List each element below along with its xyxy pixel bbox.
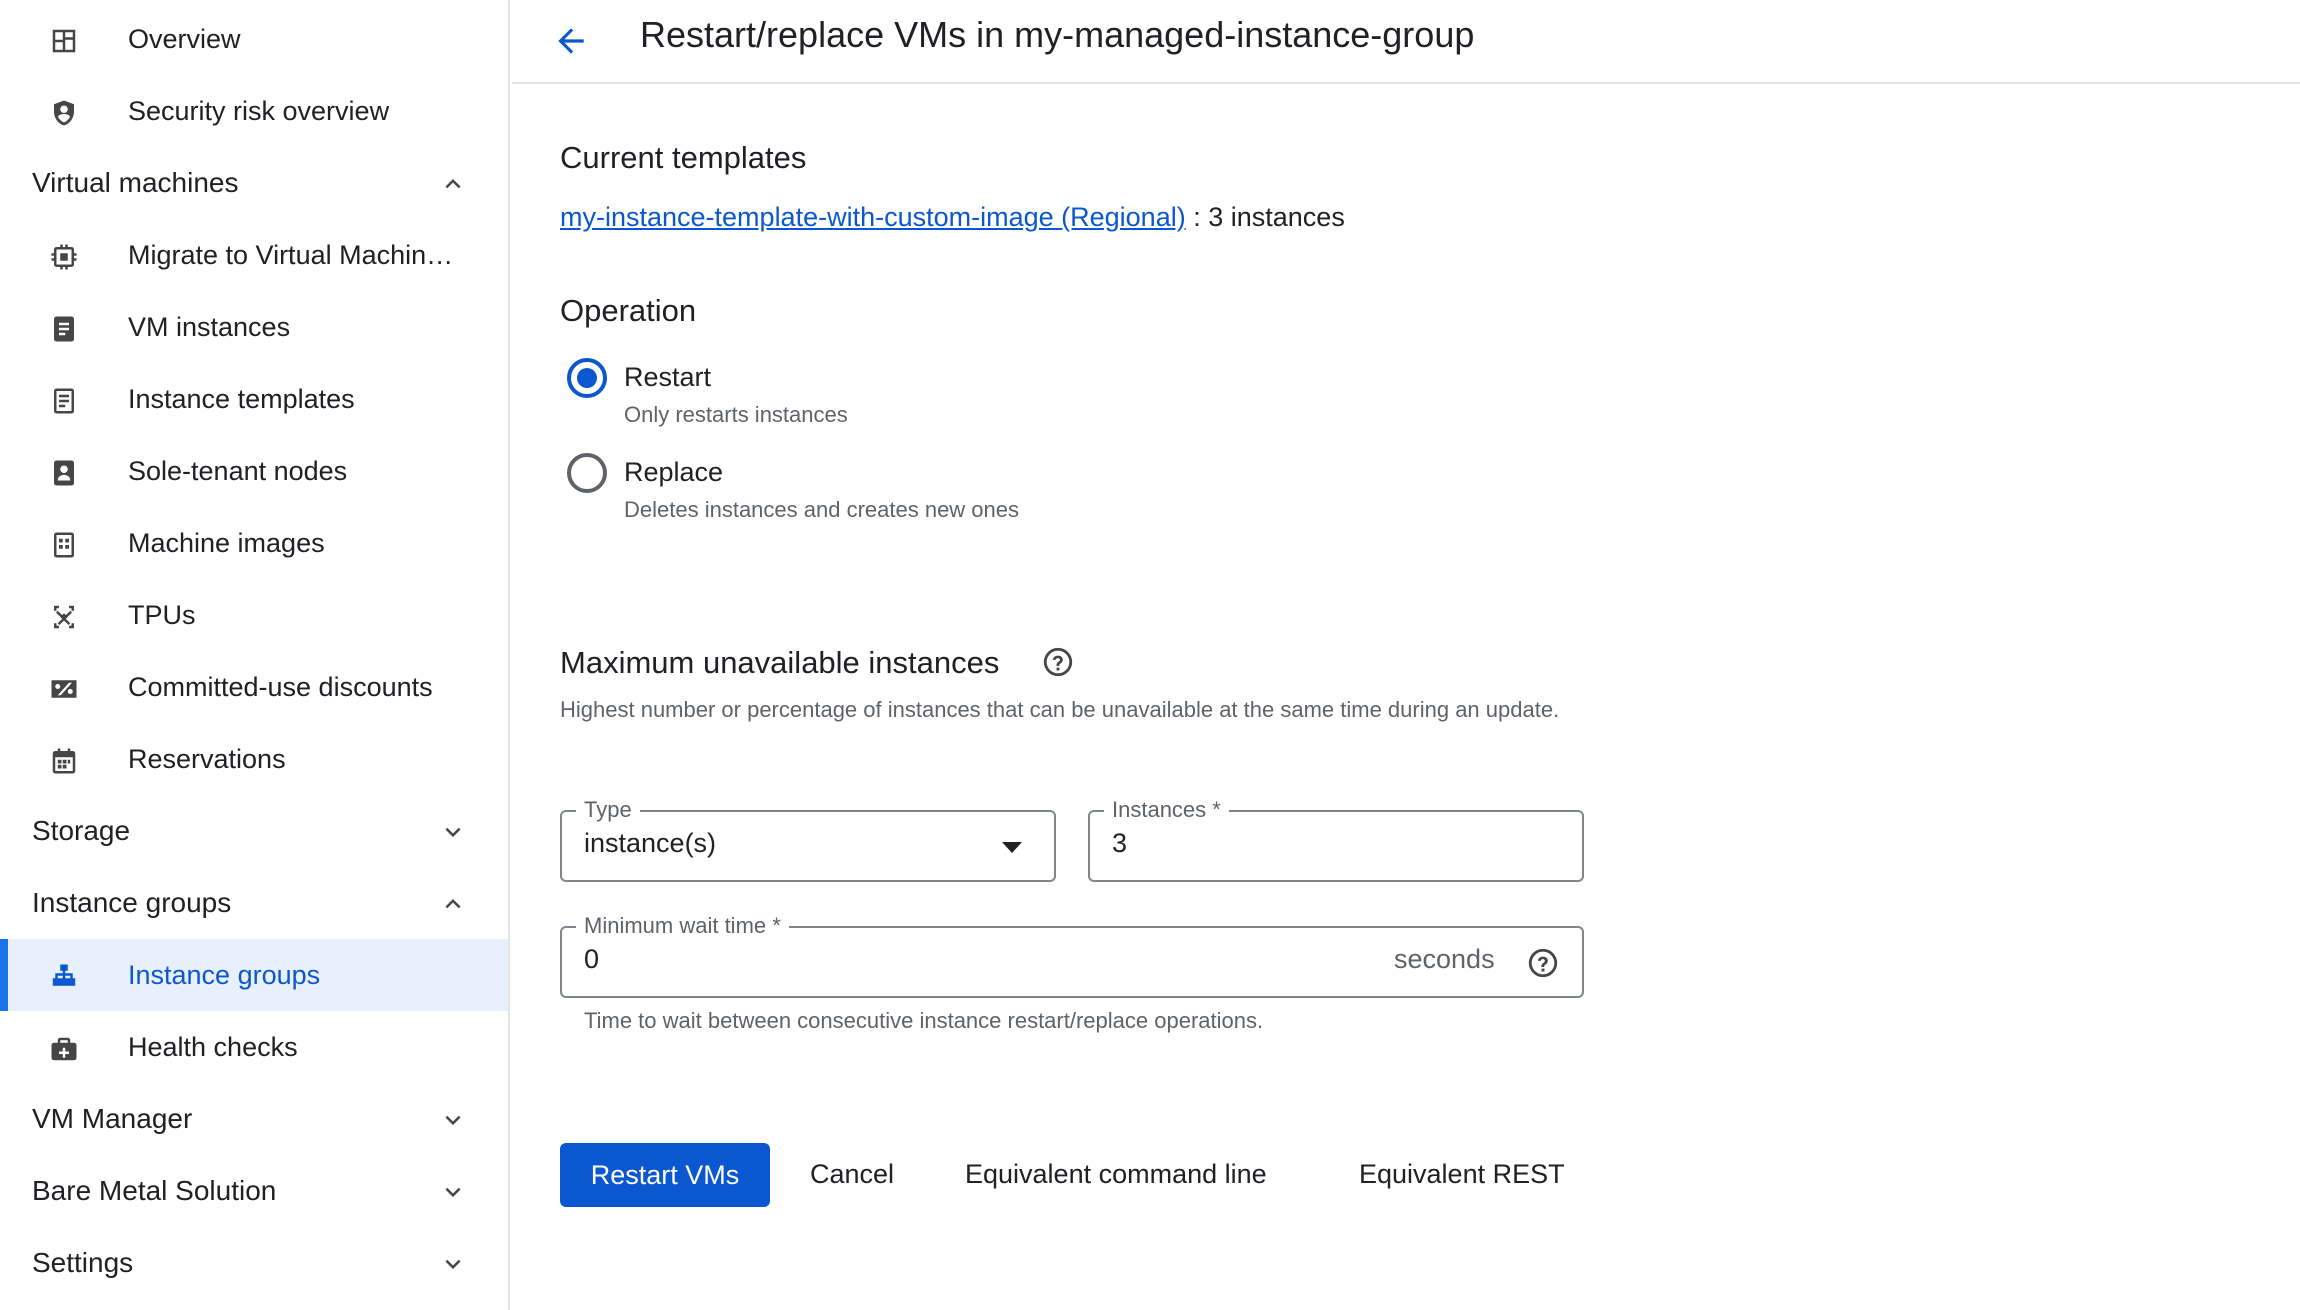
dropdown-arrow-icon xyxy=(1002,842,1022,853)
sidebar-item-label: Overview xyxy=(128,23,241,54)
chevron-down-icon xyxy=(438,1177,468,1207)
minimum-wait-time-value[interactable]: 0 xyxy=(584,944,1084,975)
restart-radio[interactable] xyxy=(567,358,607,398)
back-button[interactable] xyxy=(546,16,596,66)
replace-radio-label[interactable]: Replace xyxy=(624,457,723,488)
page-title: Restart/replace VMs in my-managed-instan… xyxy=(640,14,1475,55)
page-header: Restart/replace VMs in my-managed-instan… xyxy=(512,0,2300,84)
template-instance-count: : 3 instances xyxy=(1193,202,1345,232)
percent-icon xyxy=(48,673,80,705)
minimum-wait-time-label: Minimum wait time * xyxy=(576,913,789,939)
sidebar-item-label: Health checks xyxy=(128,1031,298,1062)
sidebar-item-label: TPUs xyxy=(128,599,196,630)
chevron-down-icon xyxy=(438,817,468,847)
sidebar-section-label: Virtual machines xyxy=(32,167,239,198)
instances-input-value[interactable]: 3 xyxy=(1112,828,1612,859)
type-select[interactable]: Type instance(s) xyxy=(560,797,1056,882)
sidebar-item-label: Migrate to Virtual Machin… xyxy=(128,239,454,270)
sidebar-item-committed-use-discounts[interactable]: Committed-use discounts xyxy=(0,651,508,723)
sidebar-item-instance-templates[interactable]: Instance templates xyxy=(0,363,508,435)
sidebar-item-sole-tenant-nodes[interactable]: Sole-tenant nodes xyxy=(0,435,508,507)
machine-image-icon xyxy=(48,529,80,561)
instances-input[interactable]: Instances * 3 xyxy=(1088,797,1584,882)
current-templates-heading: Current templates xyxy=(560,140,807,175)
sidebar-section-label: Bare Metal Solution xyxy=(32,1175,277,1206)
chevron-up-icon xyxy=(438,889,468,919)
chevron-down-icon xyxy=(438,1249,468,1279)
instance-groups-icon xyxy=(48,961,80,993)
equivalent-rest-button[interactable]: Equivalent REST xyxy=(1359,1159,1565,1190)
help-icon[interactable] xyxy=(1041,645,1075,679)
sidebar-item-vm-instances[interactable]: VM instances xyxy=(0,291,508,363)
sidebar-item-tpus[interactable]: TPUs xyxy=(0,579,508,651)
sidebar-section-label: Storage xyxy=(32,815,131,846)
replace-radio[interactable] xyxy=(567,453,607,493)
shield-icon xyxy=(48,97,80,129)
sidebar-section-label: Instance groups xyxy=(32,887,232,918)
sidebar-section-bare-metal-solution[interactable]: Bare Metal Solution xyxy=(0,1155,508,1227)
migrate-chip-icon xyxy=(48,241,80,273)
cancel-button[interactable]: Cancel xyxy=(810,1159,894,1190)
tpu-icon xyxy=(48,601,80,633)
sidebar-item-label: Instance groups xyxy=(128,959,321,990)
sidebar-item-label: Reservations xyxy=(128,743,286,774)
minimum-wait-time-input[interactable]: Minimum wait time * 0 seconds xyxy=(560,913,1584,998)
dashboard-icon xyxy=(48,25,80,57)
sidebar-item-label: VM instances xyxy=(128,311,291,342)
sidebar-item-label: Instance templates xyxy=(128,383,355,414)
restart-radio-label[interactable]: Restart xyxy=(624,362,711,393)
chevron-up-icon xyxy=(438,169,468,199)
sidebar-nav: Overview Security risk overview Virtual … xyxy=(0,0,510,1310)
sidebar-section-label: VM Manager xyxy=(32,1103,193,1134)
help-icon[interactable] xyxy=(1526,946,1560,980)
minimum-wait-time-hint: Time to wait between consecutive instanc… xyxy=(584,1008,1264,1033)
sidebar-item-machine-images[interactable]: Machine images xyxy=(0,507,508,579)
equivalent-command-line-button[interactable]: Equivalent command line xyxy=(965,1159,1267,1190)
sidebar-item-label: Sole-tenant nodes xyxy=(128,455,348,486)
restart-vms-button[interactable]: Restart VMs xyxy=(560,1143,770,1207)
sidebar-section-vm-manager[interactable]: VM Manager xyxy=(0,1083,508,1155)
chevron-down-icon xyxy=(438,1105,468,1135)
instances-input-label: Instances * xyxy=(1104,797,1229,823)
sidebar-item-label: Security risk overview xyxy=(128,95,390,126)
instance-template-link[interactable]: my-instance-template-with-custom-image (… xyxy=(560,202,1186,232)
max-unavailable-heading: Maximum unavailable instances xyxy=(560,645,1000,680)
sidebar-section-instance-groups[interactable]: Instance groups xyxy=(0,867,508,939)
instance-template-icon xyxy=(48,385,80,417)
sidebar-section-virtual-machines[interactable]: Virtual machines xyxy=(0,147,508,219)
sidebar-item-label: Machine images xyxy=(128,527,325,558)
sidebar-item-instance-groups[interactable]: Instance groups xyxy=(0,939,508,1011)
vm-instance-icon xyxy=(48,313,80,345)
sidebar-item-migrate-to-virtual-machines[interactable]: Migrate to Virtual Machin… xyxy=(0,219,508,291)
sidebar-item-reservations[interactable]: Reservations xyxy=(0,723,508,795)
sidebar-item-label: Committed-use discounts xyxy=(128,671,433,702)
sole-tenant-icon xyxy=(48,457,80,489)
seconds-suffix: seconds xyxy=(1394,944,1495,974)
sidebar-section-label: Settings xyxy=(32,1247,134,1278)
restart-radio-description: Only restarts instances xyxy=(624,402,848,427)
current-templates-row: my-instance-template-with-custom-image (… xyxy=(560,202,1345,233)
type-select-label: Type xyxy=(576,797,640,823)
calendar-icon xyxy=(48,745,80,777)
health-check-icon xyxy=(48,1033,80,1065)
sidebar-section-storage[interactable]: Storage xyxy=(0,795,508,867)
sidebar-section-settings[interactable]: Settings xyxy=(0,1227,508,1299)
sidebar-item-health-checks[interactable]: Health checks xyxy=(0,1011,508,1083)
arrow-back-icon xyxy=(558,28,584,54)
max-unavailable-description: Highest number or percentage of instance… xyxy=(560,697,1560,722)
operation-heading: Operation xyxy=(560,293,697,328)
sidebar-item-overview[interactable]: Overview xyxy=(0,3,508,75)
replace-radio-description: Deletes instances and creates new ones xyxy=(624,497,1020,522)
sidebar-item-security-risk-overview[interactable]: Security risk overview xyxy=(0,75,508,147)
